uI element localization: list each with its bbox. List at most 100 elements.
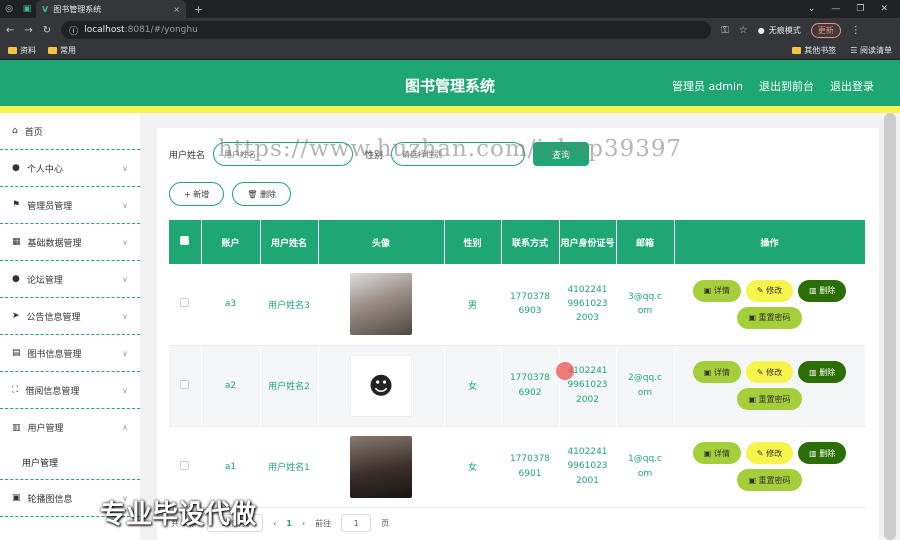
sidebar-item-books[interactable]: ▤ 图书信息管理 ∨ bbox=[0, 335, 140, 372]
prev-page-icon[interactable]: ‹ bbox=[273, 519, 276, 528]
vue-icon: V bbox=[42, 4, 49, 14]
incognito-indicator[interactable]: ● 无痕模式 bbox=[758, 25, 801, 36]
next-page-icon[interactable]: › bbox=[302, 519, 305, 528]
scrollbar-thumb[interactable] bbox=[884, 113, 896, 540]
action-bar: + 新增 🗑 删除 bbox=[169, 182, 291, 206]
back-to-front-link[interactable]: 退出到前台 bbox=[759, 78, 814, 94]
total-count: 共 3 条 bbox=[171, 518, 198, 528]
goto-page-input[interactable]: 1 bbox=[341, 514, 372, 532]
key-icon[interactable]: ⚿ bbox=[721, 25, 729, 36]
sidebar-item-profile[interactable]: ● 个人中心 ∨ bbox=[0, 150, 140, 187]
edit-icon: ✎ bbox=[756, 367, 767, 377]
pagination: 共 3 条 10条/页 ‹ 1 › 前往 1 页 bbox=[171, 514, 389, 532]
detail-button[interactable]: ▣ 详情 bbox=[692, 279, 741, 302]
reset-password-button[interactable]: ▣ 重置密码 bbox=[737, 388, 802, 410]
detail-button[interactable]: ▣ 详情 bbox=[692, 361, 741, 383]
edit-icon: ✎ bbox=[756, 286, 767, 296]
user-icon: ● bbox=[12, 274, 20, 284]
col-gender: 性别 bbox=[444, 220, 502, 264]
bookmark-changyong[interactable]: 常用 bbox=[48, 45, 76, 56]
sidebar-item-admins[interactable]: ⚑ 管理员管理 ∨ bbox=[0, 187, 140, 224]
sidebar-item-borrow[interactable]: ⛶ 借阅信息管理 ∨ bbox=[0, 372, 140, 409]
globe-icon[interactable]: ◎ bbox=[0, 0, 18, 18]
tab-grid-icon[interactable]: ▣ bbox=[18, 0, 36, 18]
cell-gender: 男 bbox=[444, 264, 502, 346]
sidebar-item-label: 用户管理 bbox=[27, 424, 64, 434]
reset-password-button[interactable]: ▣ 重置密码 bbox=[737, 469, 802, 491]
sidebar-item-notice[interactable]: ➤ 公告信息管理 ∨ bbox=[0, 298, 140, 335]
browser-tab[interactable]: V 图书管理系统 × bbox=[36, 0, 186, 18]
cell-name: 用户姓名2 bbox=[260, 345, 319, 427]
bookmark-label: 资料 bbox=[20, 46, 36, 55]
name-filter-label: 用户姓名 bbox=[169, 150, 206, 161]
url-host: localhost bbox=[84, 25, 125, 35]
col-id-card: 用户身份证号 bbox=[559, 220, 617, 264]
delete-button[interactable]: ▥ 删除 bbox=[798, 279, 847, 302]
gender-select[interactable] bbox=[391, 142, 526, 166]
sidebar-item-carousel[interactable]: ▣ 轮播图信息 ∨ bbox=[0, 480, 140, 517]
row-checkbox[interactable] bbox=[180, 460, 190, 470]
maximize-icon[interactable]: ❐ bbox=[856, 4, 864, 14]
url-input[interactable]: ⓘ localhost:8081/#/yonghu bbox=[61, 21, 712, 39]
sidebar-item-home[interactable]: ⌂ 首页 bbox=[0, 113, 140, 150]
logout-link[interactable]: 退出登录 bbox=[830, 78, 874, 94]
sidebar-item-forum[interactable]: ● 论坛管理 ∨ bbox=[0, 261, 140, 298]
reset-password-button[interactable]: ▣ 重置密码 bbox=[737, 306, 802, 329]
chevron-down-icon: ∨ bbox=[122, 200, 128, 210]
cell-id-card: 410224199610232002 bbox=[559, 345, 617, 427]
col-email: 邮箱 bbox=[616, 220, 675, 264]
row-checkbox[interactable] bbox=[180, 298, 190, 308]
page-scrollbar[interactable] bbox=[880, 113, 900, 540]
batch-delete-button[interactable]: 🗑 删除 bbox=[232, 182, 291, 206]
sidebar-subitem-users[interactable]: 用户管理 bbox=[0, 446, 140, 480]
page-size-select[interactable]: 10条/页 bbox=[207, 514, 264, 532]
update-button[interactable]: 更新 bbox=[810, 22, 841, 38]
delete-button[interactable]: ▥ 删除 bbox=[798, 361, 847, 383]
select-all-cell[interactable] bbox=[169, 220, 202, 264]
send-icon: ➤ bbox=[12, 311, 20, 321]
name-filter-input[interactable] bbox=[213, 142, 354, 166]
edit-button[interactable]: ✎ 修改 bbox=[745, 361, 794, 383]
cell-account: a2 bbox=[201, 345, 261, 427]
reload-icon[interactable]: ↻ bbox=[43, 25, 51, 36]
tab-title: 图书管理系统 bbox=[53, 4, 102, 14]
col-account: 账户 bbox=[201, 220, 261, 264]
main-panel: 用户姓名 性别 查询 + 新增 🗑 删除 账户 用户姓名 头像 性别 联系方式 … bbox=[157, 128, 879, 540]
chevron-down-icon: ∨ bbox=[122, 274, 128, 284]
folder-icon bbox=[792, 47, 802, 54]
new-tab-icon[interactable]: + bbox=[194, 3, 203, 16]
reading-list[interactable]: ☰ 阅读清单 bbox=[850, 45, 892, 56]
reset-label: 重置密码 bbox=[758, 394, 791, 404]
bookmark-ziliao[interactable]: 资料 bbox=[8, 45, 36, 56]
bookmark-other[interactable]: 其他书签 bbox=[792, 45, 836, 56]
more-icon[interactable]: ⋮ bbox=[851, 25, 861, 36]
select-all-checkbox[interactable] bbox=[180, 236, 190, 245]
page-suffix: 页 bbox=[381, 518, 390, 528]
window-controls: ⌄ — ❐ ✕ bbox=[808, 4, 900, 14]
col-phone: 联系方式 bbox=[501, 220, 560, 264]
trash-icon: ▥ bbox=[809, 448, 820, 458]
delete-button[interactable]: ▥ 删除 bbox=[798, 442, 847, 464]
sidebar-item-label: 借阅信息管理 bbox=[25, 386, 80, 397]
reset-icon: ▣ bbox=[748, 313, 759, 323]
minimize-icon[interactable]: — bbox=[831, 4, 840, 14]
close-window-icon[interactable]: ✕ bbox=[880, 4, 888, 14]
info-icon[interactable]: ⓘ bbox=[69, 24, 78, 37]
sidebar-item-basic-data[interactable]: ▦ 基础数据管理 ∨ bbox=[0, 224, 140, 261]
forward-icon[interactable]: → bbox=[24, 25, 32, 36]
close-icon[interactable]: × bbox=[173, 5, 180, 14]
query-button[interactable]: 查询 bbox=[533, 142, 590, 166]
page-number-current[interactable]: 1 bbox=[286, 519, 292, 528]
trash-icon: ▥ bbox=[809, 286, 820, 296]
star-icon[interactable]: ☆ bbox=[739, 25, 748, 36]
edit-button[interactable]: ✎ 修改 bbox=[745, 442, 794, 464]
sidebar-item-users[interactable]: ▥ 用户管理 ∧ bbox=[0, 409, 140, 446]
home-icon: ⌂ bbox=[12, 126, 18, 136]
add-button[interactable]: + 新增 bbox=[169, 182, 225, 206]
edit-button[interactable]: ✎ 修改 bbox=[745, 279, 794, 302]
bookmark-label: 其他书签 bbox=[804, 46, 837, 55]
back-icon[interactable]: ← bbox=[6, 25, 14, 36]
row-checkbox[interactable] bbox=[180, 379, 190, 389]
detail-button[interactable]: ▣ 详情 bbox=[692, 442, 741, 464]
chevron-down-icon[interactable]: ⌄ bbox=[808, 4, 816, 14]
